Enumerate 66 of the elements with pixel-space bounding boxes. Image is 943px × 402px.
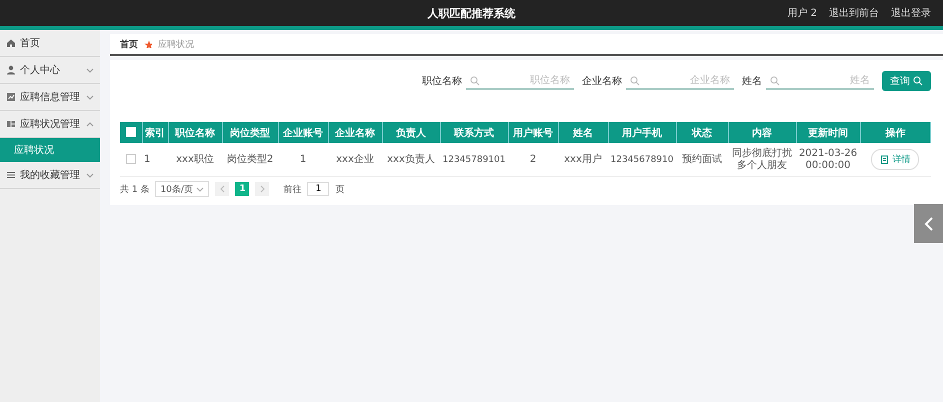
table-cell: 2	[508, 143, 558, 176]
column-header: 企业账号	[278, 122, 328, 143]
column-header: 姓名	[558, 122, 608, 143]
table-cell: 同步彻底打扰多个人朋友	[728, 143, 796, 176]
sidebar-subitem[interactable]: 应聘状况	[0, 138, 100, 162]
column-header: 岗位类型	[222, 122, 278, 143]
table-cell: 1	[278, 143, 328, 176]
column-header: 联系方式	[440, 122, 508, 143]
column-header: 操作	[860, 122, 930, 143]
column-header: 更新时间	[796, 122, 860, 143]
column-header: 企业名称	[328, 122, 382, 143]
table-cell: 1	[142, 143, 168, 176]
page-input[interactable]: 1	[307, 182, 330, 196]
table-cell: xxx负责人	[382, 143, 440, 176]
search-field[interactable]: 职位名称	[466, 72, 574, 90]
goto-label: 前往	[283, 184, 302, 196]
person-icon	[6, 65, 16, 75]
search-icon	[913, 76, 923, 86]
search-icon	[470, 76, 480, 86]
breadcrumb-item: 应聘状况	[158, 38, 194, 50]
chevron-right-icon	[258, 185, 266, 193]
column-header: 职位名称	[168, 122, 222, 143]
list-icon	[6, 170, 16, 180]
document-icon	[880, 155, 890, 164]
details-button[interactable]: 详情	[871, 149, 920, 170]
chevron-left-icon	[922, 216, 934, 232]
page-size-select[interactable]: 10条/页	[155, 181, 210, 197]
column-header: 用户账号	[508, 122, 558, 143]
table-cell: 2021-03-26 00:00:00	[796, 143, 860, 176]
column-header: 用户手机	[608, 122, 676, 143]
grid-icon	[6, 119, 16, 129]
app-title: 人职匹配推荐系统	[428, 6, 516, 20]
column-header: 内容	[728, 122, 796, 143]
chevron-left-icon	[218, 185, 226, 193]
breadcrumb-item[interactable]: 首页	[120, 38, 138, 50]
search-icon	[630, 76, 640, 86]
column-header: 状态	[676, 122, 728, 143]
page-suffix: 页	[335, 184, 344, 196]
header-link[interactable]: 用户 2	[787, 6, 817, 20]
field-label: 企业名称	[582, 74, 622, 88]
chart-icon	[6, 92, 16, 102]
field-label: 职位名称	[422, 75, 462, 88]
column-header: 索引	[142, 122, 168, 143]
total-count: 共 1 条	[120, 184, 150, 196]
star-icon	[144, 40, 152, 48]
search-icon	[770, 76, 780, 86]
select-all-checkbox[interactable]	[126, 127, 136, 138]
table-cell: 12345789101	[440, 143, 508, 176]
row-checkbox[interactable]	[126, 154, 136, 164]
search-button[interactable]: 查询	[882, 71, 931, 91]
header-link[interactable]: 退出到前台	[829, 6, 879, 20]
table-cell: 岗位类型2	[222, 143, 278, 176]
previous-page-button[interactable]	[215, 182, 230, 196]
table-cell: 12345678910	[608, 143, 676, 176]
chevron-down-icon	[196, 186, 204, 192]
table-cell: xxx企业	[328, 143, 382, 176]
table-cell: xxx职位	[168, 143, 222, 176]
field-label: 姓名	[742, 75, 762, 88]
search-field[interactable]: 企业名称	[626, 72, 734, 90]
next-page-button[interactable]	[255, 182, 270, 196]
search-field[interactable]: 姓名	[766, 72, 874, 90]
table-cell: 预约面试	[676, 143, 728, 176]
home-icon	[6, 38, 16, 48]
table-cell: xxx用户	[558, 143, 608, 176]
column-header: 负责人	[382, 122, 440, 143]
header-link[interactable]: 退出登录	[891, 6, 931, 20]
